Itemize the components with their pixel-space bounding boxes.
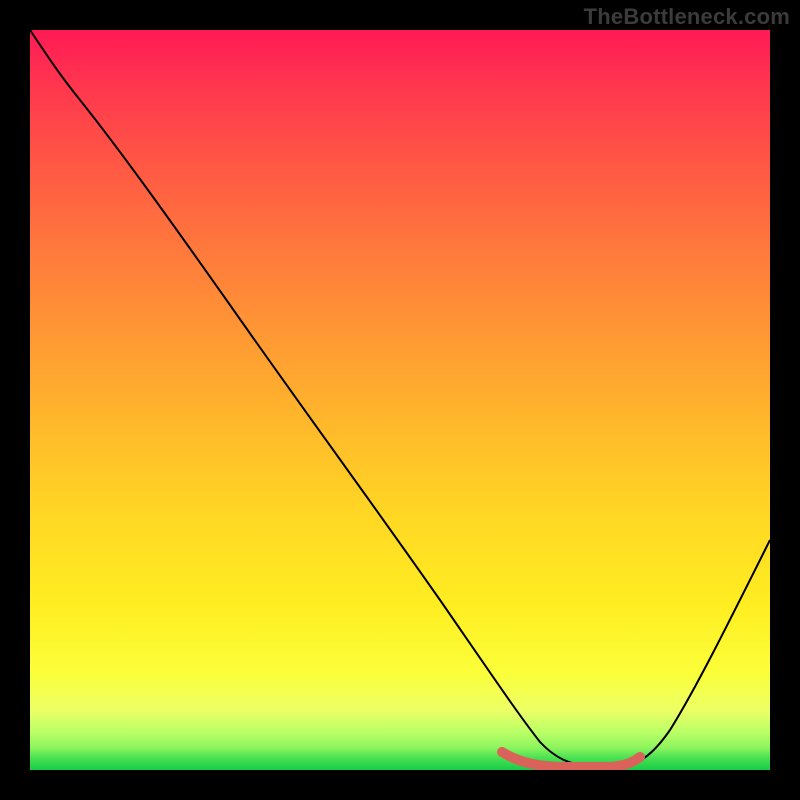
chart-container: TheBottleneck.com [0, 0, 800, 800]
bottleneck-curve [30, 30, 770, 766]
curve-layer [30, 30, 770, 770]
optimal-range-highlight [502, 752, 640, 767]
watermark-label: TheBottleneck.com [584, 4, 790, 30]
plot-area [30, 30, 770, 770]
